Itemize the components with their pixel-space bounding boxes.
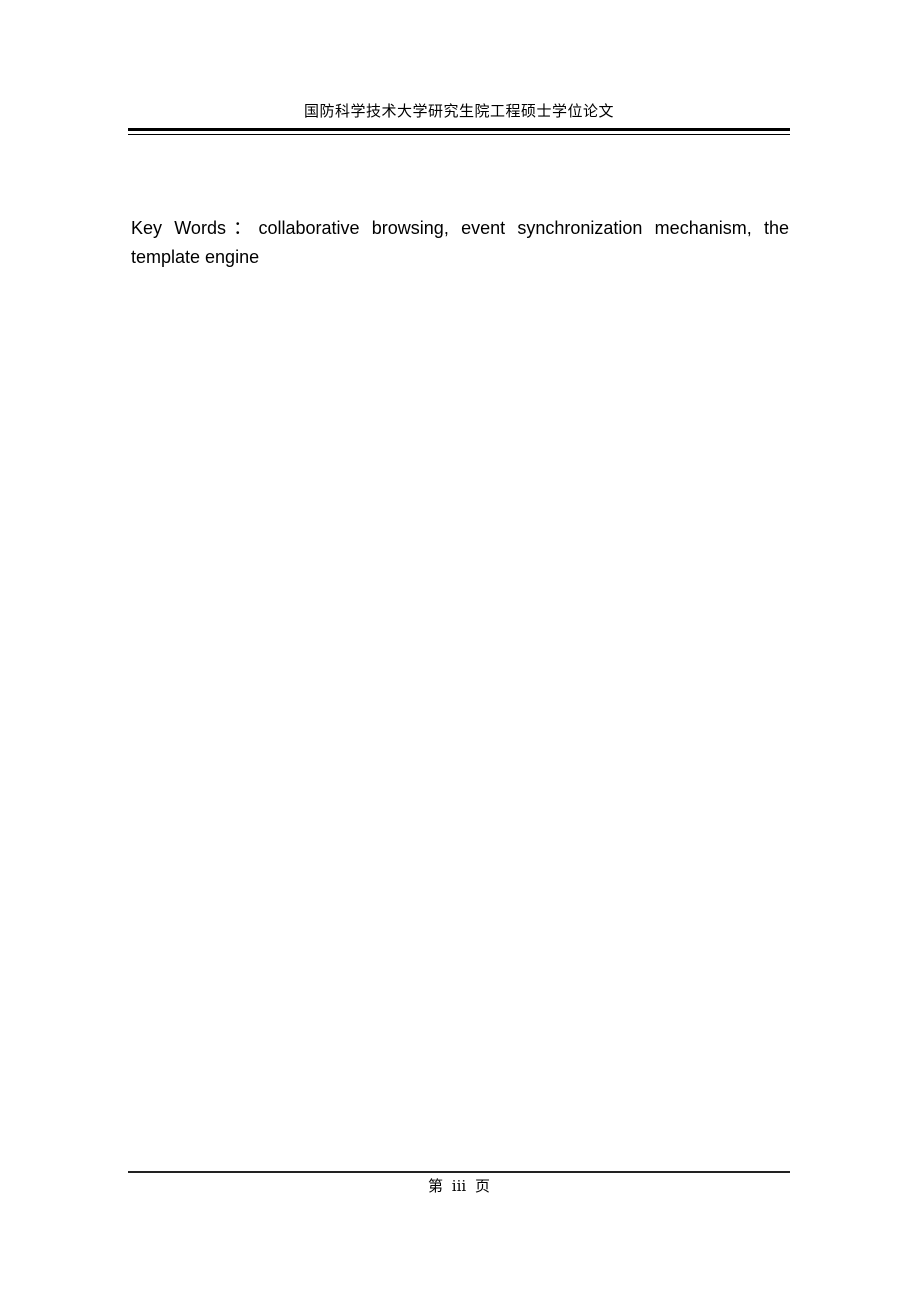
page-number: 第 iii 页 (428, 1177, 490, 1195)
running-header-title: 国防科学技术大学研究生院工程硕士学位论文 (303, 102, 614, 120)
footer-rule (128, 1171, 790, 1173)
header-rule-thick (128, 128, 790, 131)
document-page: 国防科学技术大学研究生院工程硕士学位论文 Key Words：collabora… (0, 0, 920, 1302)
keywords-label: Key Words： (131, 218, 259, 238)
keywords-paragraph: Key Words：collaborative browsing, event … (131, 214, 789, 272)
header-rule-thin (128, 134, 790, 135)
